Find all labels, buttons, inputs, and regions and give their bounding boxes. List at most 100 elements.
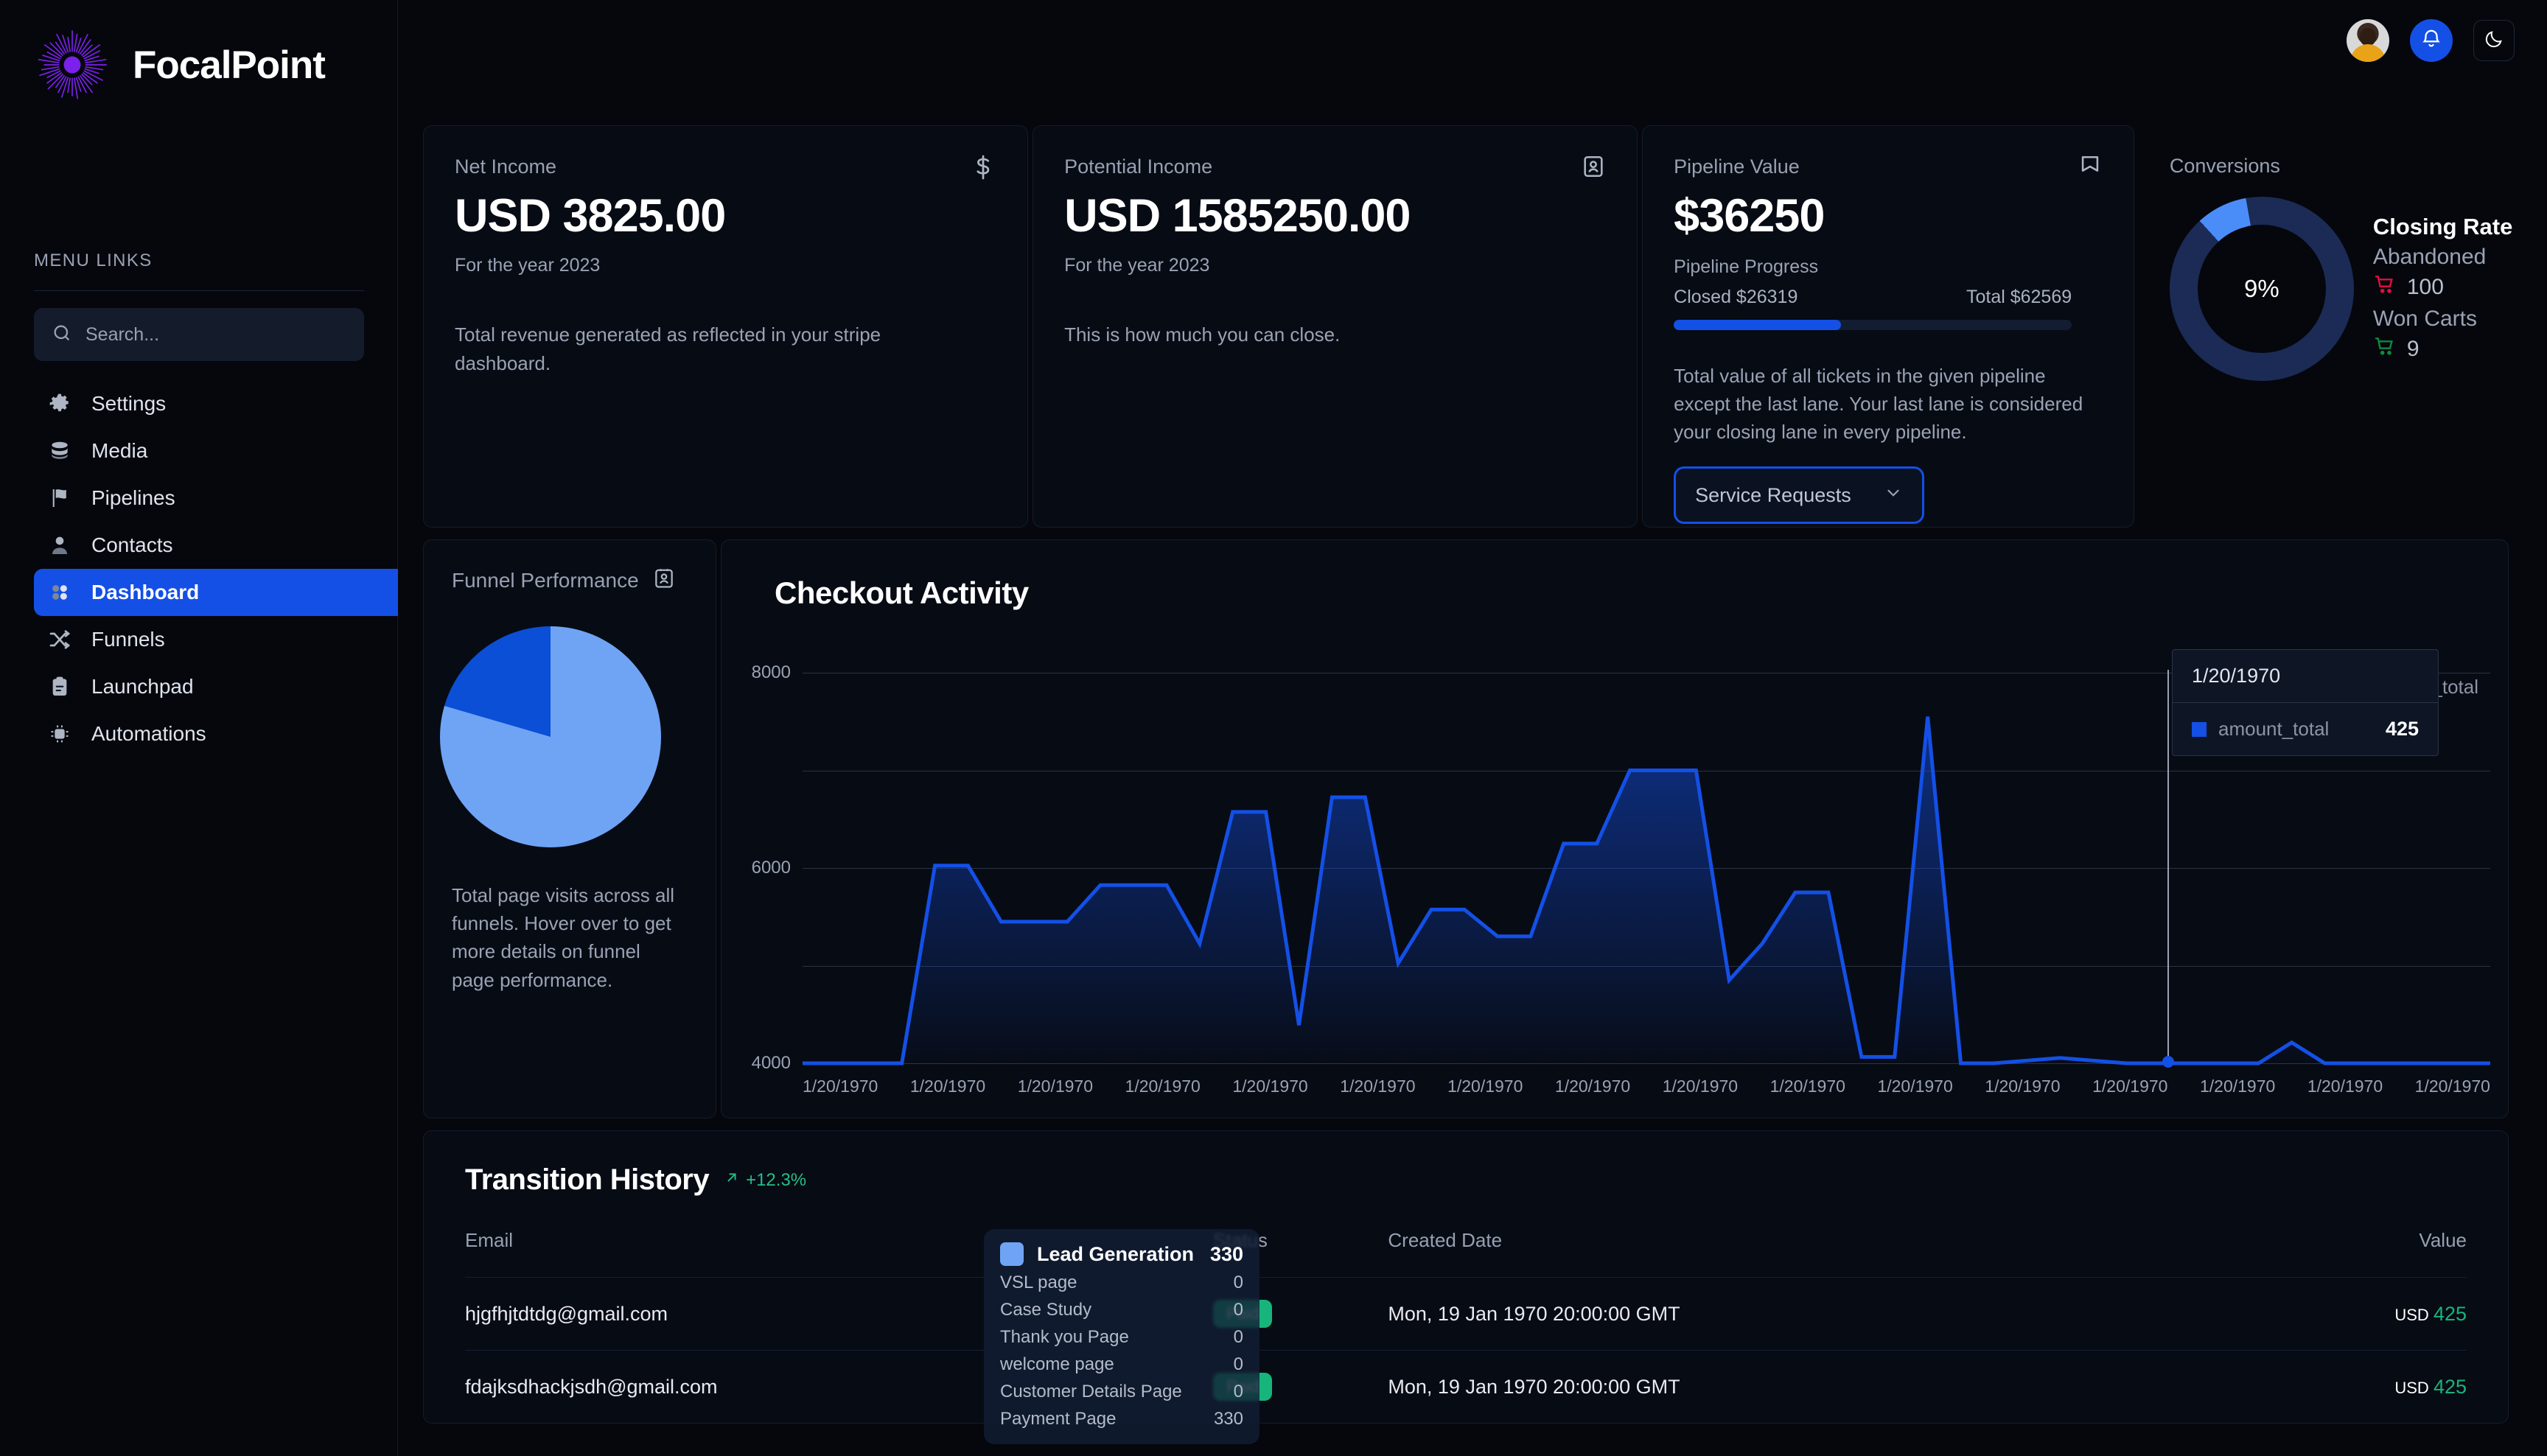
contact-card-icon <box>652 567 676 594</box>
chart-x-tick: 1/20/1970 <box>1340 1077 1416 1096</box>
moon-icon <box>2484 29 2504 53</box>
search-box[interactable] <box>34 308 364 361</box>
checkout-activity-card: Checkout Activity amount_total 8000 6000 4… <box>721 539 2509 1119</box>
sidebar-item-pipelines[interactable]: Pipelines <box>34 475 364 522</box>
chart-x-tick: 1/20/1970 <box>1017 1077 1094 1096</box>
pipeline-progress-figures: Closed $26319 Total $62569 <box>1674 287 2072 308</box>
flag-icon <box>2078 154 2103 183</box>
chart-x-tick: 1/20/1970 <box>1447 1077 1523 1096</box>
funnel-tooltip-row-value: 0 <box>1233 1382 1243 1401</box>
brand[interactable]: FocalPoint <box>34 0 363 103</box>
sidebar-item-label: Media <box>91 439 148 462</box>
sidebar-item-label: Pipelines <box>91 486 175 509</box>
closing-rate-label: Closing Rate <box>2372 214 2513 239</box>
chevron-down-icon <box>1884 483 1903 508</box>
flag-icon <box>47 486 72 511</box>
table-row[interactable]: fdajksdhackjsdh@gmail.com Paid Mon, 19 J… <box>465 1350 2467 1423</box>
card-title: Potential Income <box>1064 155 1213 178</box>
won-carts-row: 9 <box>2373 335 2512 364</box>
chart-tooltip-row: amount_total 425 <box>2173 703 2438 755</box>
funnel-tooltip-row-label: Customer Details Page <box>1000 1382 1182 1401</box>
value-amount: 425 <box>2433 1375 2467 1398</box>
funnel-tooltip-rows: VSL page 0 Case Study 0 Thank you Page 0 we… <box>1000 1273 1243 1429</box>
funnel-tooltip-row-value: 0 <box>1233 1327 1243 1347</box>
cell-created-date: Mon, 19 Jan 1970 20:00:00 GMT <box>1388 1277 2254 1351</box>
funnel-tooltip-row: VSL page 0 <box>1000 1273 1243 1293</box>
sidebar-item-contacts[interactable]: Contacts <box>34 522 364 569</box>
sidebar-item-dashboard[interactable]: Dashboard <box>34 569 398 616</box>
sidebar-item-label: Funnels <box>91 628 165 651</box>
kpi-cards: Net Income USD 3825.00 For the year 2023… <box>398 81 2547 528</box>
chart-x-tick: 1/20/1970 <box>1554 1077 1631 1096</box>
sidebar-item-funnels[interactable]: Funnels <box>34 616 364 663</box>
conversions-info: Closing Rate Abandoned 100 Won Carts 9 <box>2373 214 2512 364</box>
sidebar-item-automations[interactable]: Automations <box>34 710 364 757</box>
funnel-title: Funnel Performance <box>452 568 639 592</box>
conversions-percent: 9% <box>2243 275 2279 302</box>
transition-history-header: Transition History +12.3% <box>465 1163 2467 1197</box>
chart-x-tick: 1/20/1970 <box>2307 1077 2383 1096</box>
database-icon <box>47 438 72 463</box>
sidebar-item-launchpad[interactable]: Launchpad <box>34 663 364 710</box>
chip-icon <box>47 721 72 746</box>
transition-history-title: Transition History <box>465 1163 710 1196</box>
series-swatch-icon <box>2192 721 2207 737</box>
dollar-icon <box>970 154 996 184</box>
value-amount: 425 <box>2433 1302 2467 1325</box>
pipeline-total-label: Total $62569 <box>1966 287 2072 308</box>
funnel-tooltip-row: Payment Page 330 <box>1000 1409 1243 1429</box>
sidebar-item-label: Launchpad <box>91 675 194 698</box>
trend-up-icon <box>724 1169 740 1191</box>
funnel-tooltip-row: Case Study 0 <box>1000 1300 1243 1320</box>
chart-x-tick: 1/20/1970 <box>803 1077 878 1096</box>
gear-icon <box>47 391 72 416</box>
pipeline-select[interactable]: Service Requests <box>1674 466 1925 525</box>
funnel-tooltip-row-label: Case Study <box>1000 1300 1092 1320</box>
net-income-subtitle: For the year 2023 <box>455 255 601 276</box>
avatar-head <box>2360 27 2376 46</box>
sidebar-divider <box>34 290 364 291</box>
chart-cursor-line <box>2167 670 2169 1063</box>
transition-history-card: Transition History +12.3% Email Status C… <box>423 1130 2509 1424</box>
funnel-performance-card: Funnel Performance Total page visits acr… <box>423 539 716 1119</box>
pipeline-progress-bar <box>1674 320 2072 331</box>
potential-income-value: USD 1585250.00 <box>1064 190 1411 242</box>
won-carts-label: Won Carts <box>2372 307 2477 331</box>
notification-bell-button[interactable] <box>2410 19 2453 62</box>
main-content: Net Income USD 3825.00 For the year 2023… <box>398 0 2547 1456</box>
search-input[interactable] <box>85 323 346 346</box>
funnel-tooltip-row-value: 0 <box>1233 1354 1243 1374</box>
chart-x-tick: 1/20/1970 <box>2414 1077 2490 1096</box>
table-row[interactable]: hjgfhjtdtdg@gmail.com Paid Mon, 19 Jan 1… <box>465 1277 2467 1351</box>
funnel-tooltip-row: welcome page 0 <box>1000 1354 1243 1375</box>
transition-history-table: Email Status Created Date Value hjgfhjtd… <box>465 1229 2467 1423</box>
pipeline-value-card: Pipeline Value $36250 Pipeline Progress … <box>1642 125 2134 528</box>
brand-name: FocalPoint <box>133 43 326 87</box>
funnel-tooltip: Lead Generation 330 VSL page 0 Case Study… <box>984 1229 1259 1444</box>
funnel-tooltip-header: Lead Generation 330 <box>1000 1242 1243 1266</box>
delta-value: +12.3% <box>746 1169 807 1190</box>
funnel-tooltip-value: 330 <box>1209 1242 1243 1265</box>
pipeline-value-amount: $36250 <box>1674 190 1825 242</box>
abandoned-label: Abandoned <box>2372 245 2487 269</box>
contact-card-icon <box>1581 154 1606 183</box>
sidebar-item-label: Settings <box>91 392 167 415</box>
card-title: Pipeline Value <box>1674 155 1800 178</box>
potential-income-subtitle: For the year 2023 <box>1064 255 1210 276</box>
net-income-description: Total revenue generated as reflected in … <box>455 323 881 375</box>
funnel-pie-chart[interactable] <box>440 626 661 847</box>
cart-icon-green <box>2373 335 2397 364</box>
chart-x-tick: 1/20/1970 <box>2199 1077 2276 1096</box>
sidebar-item-label: Automations <box>91 722 206 745</box>
shuffle-icon <box>47 627 72 652</box>
net-income-card: Net Income USD 3825.00 For the year 2023… <box>423 125 1029 528</box>
sidebar-item-media[interactable]: Media <box>34 427 364 475</box>
chart-x-tick: 1/20/1970 <box>1232 1077 1308 1096</box>
sidebar-item-settings[interactable]: Settings <box>34 380 364 427</box>
funnel-header: Funnel Performance <box>452 567 688 594</box>
chart-y-tick: 8000 <box>751 662 791 682</box>
pipeline-progress-fill <box>1674 320 1841 331</box>
user-avatar[interactable] <box>2347 19 2389 62</box>
theme-toggle-button[interactable] <box>2473 20 2515 61</box>
card-title: Net Income <box>455 155 557 178</box>
